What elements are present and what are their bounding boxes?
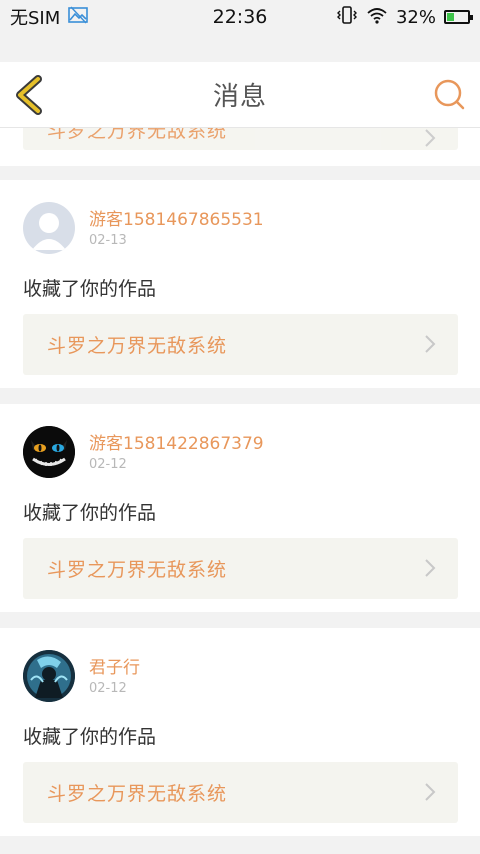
user-silhouette-icon: [32, 213, 66, 250]
avatar[interactable]: [23, 650, 75, 702]
app-header: 消息: [0, 62, 480, 128]
message-list[interactable]: 斗罗之万界无敌系统 游客1581467865531 02-13 收藏了你的作品 …: [0, 128, 480, 854]
username[interactable]: 游客1581467865531: [89, 205, 264, 230]
search-icon: [434, 79, 465, 110]
chevron-right-icon: [425, 129, 436, 147]
work-link[interactable]: 斗罗之万界无敌系统: [23, 538, 458, 599]
list-item: 游客1581422867379 02-12 收藏了你的作品 斗罗之万界无敌系统: [0, 404, 480, 612]
message-text: 收藏了你的作品: [23, 726, 157, 748]
work-title: 斗罗之万界无敌系统: [47, 335, 228, 357]
avatar[interactable]: [23, 202, 75, 254]
work-title: 斗罗之万界无敌系统: [47, 783, 228, 805]
battery-icon: [444, 10, 473, 24]
page-title: 消息: [212, 82, 267, 112]
search-button[interactable]: [432, 76, 468, 114]
carrier-label: 无SIM: [10, 8, 61, 29]
battery-level: [447, 13, 455, 21]
status-bar: 无SIM 22:36 32%: [0, 0, 480, 34]
chevron-right-icon: [425, 335, 436, 353]
chevron-right-icon: [425, 783, 436, 801]
chevron-right-icon: [425, 559, 436, 577]
work-link[interactable]: 斗罗之万界无敌系统: [23, 762, 458, 823]
message-text: 收藏了你的作品: [23, 502, 157, 524]
avatar[interactable]: [23, 426, 75, 478]
list-item: 君子行 02-12 收藏了你的作品 斗罗之万界无敌系统: [0, 628, 480, 836]
work-link[interactable]: 斗罗之万界无敌系统: [23, 128, 458, 150]
back-button[interactable]: [12, 74, 52, 116]
message-text: 收藏了你的作品: [23, 278, 157, 300]
wifi-icon: [366, 6, 388, 29]
message-date: 02-13: [89, 233, 127, 248]
message-date: 02-12: [89, 457, 127, 472]
image-notification-icon: [68, 6, 89, 29]
work-link[interactable]: 斗罗之万界无敌系统: [23, 314, 458, 375]
chevron-left-icon: [16, 75, 42, 115]
work-title: 斗罗之万界无敌系统: [47, 559, 228, 581]
username[interactable]: 游客1581422867379: [89, 429, 264, 454]
list-item: 游客1581467865531 02-13 收藏了你的作品 斗罗之万界无敌系统: [0, 180, 480, 388]
username[interactable]: 君子行: [89, 653, 140, 678]
work-title: 斗罗之万界无敌系统: [47, 128, 228, 142]
vibrate-icon: [336, 5, 358, 30]
cat-face-icon: [23, 426, 75, 478]
list-item: 斗罗之万界无敌系统: [0, 128, 480, 166]
message-date: 02-12: [89, 681, 127, 696]
battery-percent: 32%: [395, 6, 436, 28]
character-avatar-icon: [23, 650, 75, 702]
